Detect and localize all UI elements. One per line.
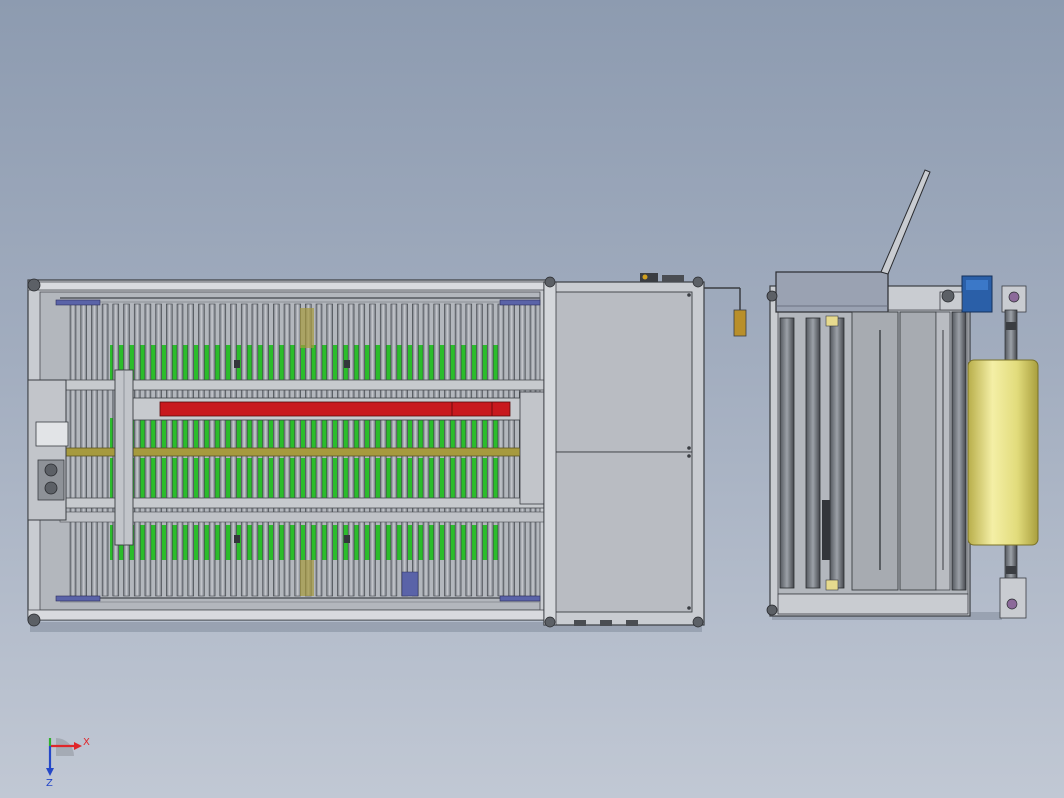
x-axis-label: X [83, 737, 90, 748]
foot [27, 613, 41, 627]
blue-bracket [55, 595, 101, 602]
vertical-roller [805, 317, 821, 589]
cad-viewport[interactable]: X Z [0, 0, 1064, 798]
control-cabinet[interactable] [543, 273, 747, 628]
cabinet-door-lower [553, 451, 693, 613]
foot [27, 278, 41, 292]
heater-bar [159, 401, 511, 417]
hood-lever[interactable] [880, 169, 931, 275]
cad-scene: X Z [27, 169, 1039, 789]
carriage-block [35, 421, 69, 447]
wrapping-machine[interactable] [766, 169, 1039, 620]
top-rail [27, 281, 549, 291]
vertical-roller [779, 317, 795, 589]
side-panel [899, 311, 937, 591]
film-roll [967, 359, 1039, 546]
bottom-rail [27, 609, 549, 621]
photo-sensor [733, 309, 747, 337]
vertical-roller [829, 317, 845, 589]
blue-bracket [499, 299, 541, 306]
axis-triad: X Z [46, 737, 90, 789]
side-panel [851, 311, 899, 591]
blue-bracket [499, 595, 541, 602]
z-axis-label: Z [46, 778, 53, 789]
cabinet-door-upper [553, 291, 693, 453]
blue-bracket [55, 299, 101, 306]
foot [941, 289, 955, 303]
